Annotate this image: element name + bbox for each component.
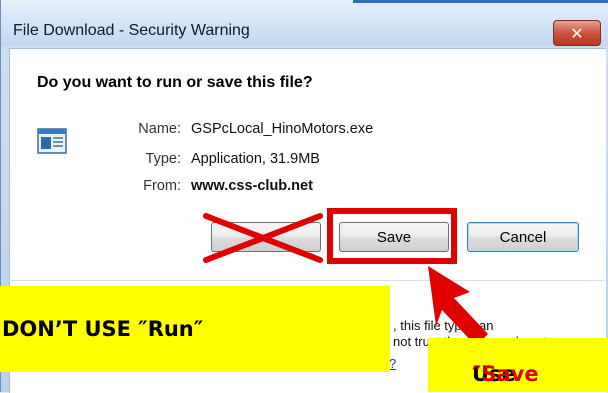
save-highlight-box xyxy=(327,208,457,264)
window-title: File Download - Security Warning xyxy=(13,22,250,39)
name-label: Name: xyxy=(138,121,181,137)
red-cross-mark xyxy=(203,213,323,263)
from-value: www.css-club.net xyxy=(191,178,313,194)
dont-use-run-text: DON’T USE ″Run″ xyxy=(2,317,204,341)
dialog-question: Do you want to run or save this file? xyxy=(37,74,313,91)
window-edge-accent xyxy=(353,0,608,3)
application-icon xyxy=(37,128,67,154)
close-button[interactable]: ✕ xyxy=(553,20,601,46)
type-label: Type: xyxy=(145,151,181,167)
type-value: Application, 31.9MB xyxy=(191,151,320,167)
use-save-highlight: ″Save xyxy=(472,362,539,386)
dont-use-run-banner: DON’T USE ″Run″ xyxy=(0,286,390,372)
cancel-button[interactable]: Cancel xyxy=(467,222,579,252)
name-value: GSPcLocal_HinoMotors.exe xyxy=(191,121,374,137)
title-bar: File Download - Security Warning ✕ xyxy=(1,0,608,46)
dialog-divider xyxy=(9,280,605,281)
warning-info-link[interactable]: ? xyxy=(389,356,396,371)
from-label: From: xyxy=(143,178,181,194)
use-save-banner: Use ″Save xyxy=(428,338,608,392)
close-icon: ✕ xyxy=(570,23,584,43)
